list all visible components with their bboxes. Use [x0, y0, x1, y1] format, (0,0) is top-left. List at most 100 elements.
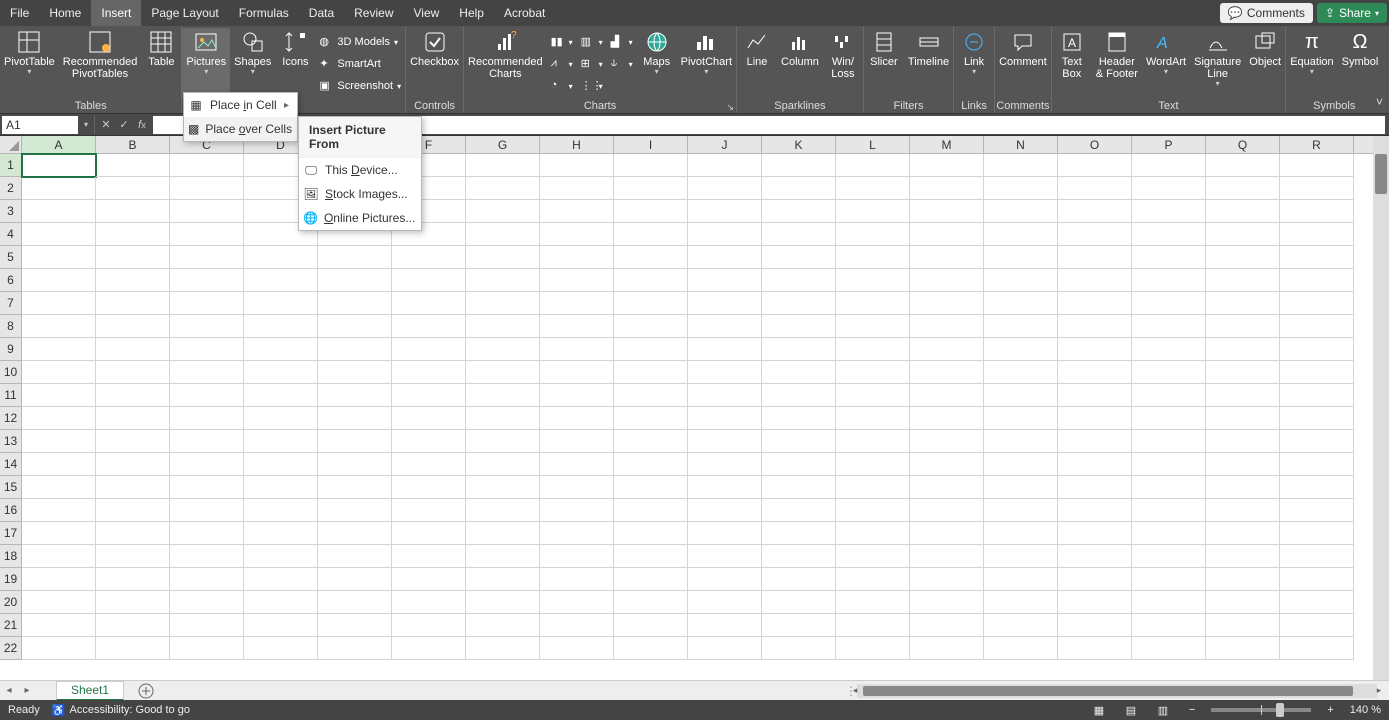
cell[interactable]	[96, 338, 170, 361]
waterfall-chart-button[interactable]: ▟▾	[611, 32, 633, 52]
cell[interactable]	[96, 384, 170, 407]
cell[interactable]	[614, 453, 688, 476]
comment-button[interactable]: Comment	[995, 28, 1051, 98]
cell[interactable]	[910, 407, 984, 430]
charts-launcher[interactable]: ↘	[726, 102, 734, 113]
cell[interactable]	[96, 407, 170, 430]
cell[interactable]	[318, 361, 392, 384]
page-layout-view-button[interactable]: ▤	[1121, 702, 1141, 718]
cell[interactable]	[1280, 430, 1354, 453]
cell[interactable]	[244, 637, 318, 660]
cell[interactable]	[1132, 154, 1206, 177]
cell[interactable]	[1058, 522, 1132, 545]
cell[interactable]	[22, 545, 96, 568]
cell[interactable]	[984, 269, 1058, 292]
cell[interactable]	[540, 361, 614, 384]
cell[interactable]	[170, 177, 244, 200]
cell[interactable]	[1132, 476, 1206, 499]
zoom-slider[interactable]	[1211, 708, 1311, 712]
cell[interactable]	[1206, 154, 1280, 177]
cell[interactable]	[836, 499, 910, 522]
cell[interactable]	[1206, 568, 1280, 591]
cell[interactable]	[614, 223, 688, 246]
column-header[interactable]: J	[688, 136, 762, 153]
cell[interactable]	[1058, 269, 1132, 292]
textbox-button[interactable]: AText Box	[1052, 28, 1092, 98]
column-chart-button[interactable]: ▮▮▾	[551, 32, 573, 52]
cell[interactable]	[614, 476, 688, 499]
cell[interactable]	[392, 591, 466, 614]
cell[interactable]	[984, 568, 1058, 591]
cell[interactable]	[910, 292, 984, 315]
cell[interactable]	[244, 568, 318, 591]
cell[interactable]	[836, 430, 910, 453]
cell[interactable]	[244, 522, 318, 545]
select-all-button[interactable]	[0, 136, 22, 154]
cell[interactable]	[688, 453, 762, 476]
tab-review[interactable]: Review	[344, 0, 403, 26]
cell[interactable]	[762, 499, 836, 522]
horizontal-scrollbar[interactable]: ◂ ▸	[857, 684, 1377, 698]
cell[interactable]	[984, 476, 1058, 499]
cell[interactable]	[688, 568, 762, 591]
cell[interactable]	[836, 476, 910, 499]
cell[interactable]	[1132, 200, 1206, 223]
cell[interactable]	[170, 315, 244, 338]
cell[interactable]	[244, 476, 318, 499]
cell[interactable]	[466, 407, 540, 430]
cell[interactable]	[1132, 407, 1206, 430]
cell[interactable]	[244, 591, 318, 614]
cell[interactable]	[1206, 499, 1280, 522]
row-header[interactable]: 15	[0, 476, 21, 499]
column-header[interactable]: N	[984, 136, 1058, 153]
cell[interactable]	[318, 476, 392, 499]
cell[interactable]	[1206, 292, 1280, 315]
cell[interactable]	[984, 591, 1058, 614]
object-button[interactable]: Object	[1245, 28, 1285, 98]
line-chart-button[interactable]: ⩘▾	[551, 54, 573, 74]
cell[interactable]	[910, 637, 984, 660]
sparkline-winloss-button[interactable]: Win/ Loss	[823, 28, 863, 98]
cell[interactable]	[170, 637, 244, 660]
cell[interactable]	[244, 430, 318, 453]
row-header[interactable]: 18	[0, 545, 21, 568]
cell[interactable]	[984, 499, 1058, 522]
row-header[interactable]: 14	[0, 453, 21, 476]
cell[interactable]	[614, 637, 688, 660]
cell[interactable]	[1280, 591, 1354, 614]
scroll-thumb[interactable]	[1375, 154, 1387, 194]
cell[interactable]	[540, 292, 614, 315]
cell[interactable]	[910, 361, 984, 384]
symbol-button[interactable]: ΩSymbol	[1338, 28, 1383, 98]
cell[interactable]	[170, 361, 244, 384]
name-box[interactable]: A1	[2, 116, 78, 134]
cell[interactable]	[466, 200, 540, 223]
cell[interactable]	[96, 361, 170, 384]
hierarchy-chart-button[interactable]: ▥▾	[581, 32, 603, 52]
cell[interactable]	[22, 315, 96, 338]
cell[interactable]	[688, 430, 762, 453]
cell[interactable]	[244, 499, 318, 522]
cell[interactable]	[688, 315, 762, 338]
cell[interactable]	[1206, 246, 1280, 269]
cell[interactable]	[1132, 246, 1206, 269]
cell[interactable]	[392, 614, 466, 637]
cell[interactable]	[688, 246, 762, 269]
fx-button[interactable]: fx	[133, 116, 151, 134]
online-pictures-item[interactable]: 🌐 Online Pictures...	[299, 206, 421, 230]
cell[interactable]	[1206, 614, 1280, 637]
cell[interactable]	[1058, 499, 1132, 522]
cell[interactable]	[22, 476, 96, 499]
cell[interactable]	[984, 430, 1058, 453]
cell[interactable]	[984, 292, 1058, 315]
cell[interactable]	[1058, 591, 1132, 614]
cell[interactable]	[540, 430, 614, 453]
cell[interactable]	[318, 522, 392, 545]
cell[interactable]	[466, 246, 540, 269]
cell[interactable]	[170, 154, 244, 177]
cell[interactable]	[1132, 223, 1206, 246]
cell[interactable]	[170, 614, 244, 637]
zoom-in-button[interactable]: +	[1323, 704, 1337, 716]
cell[interactable]	[910, 522, 984, 545]
cell[interactable]	[762, 614, 836, 637]
